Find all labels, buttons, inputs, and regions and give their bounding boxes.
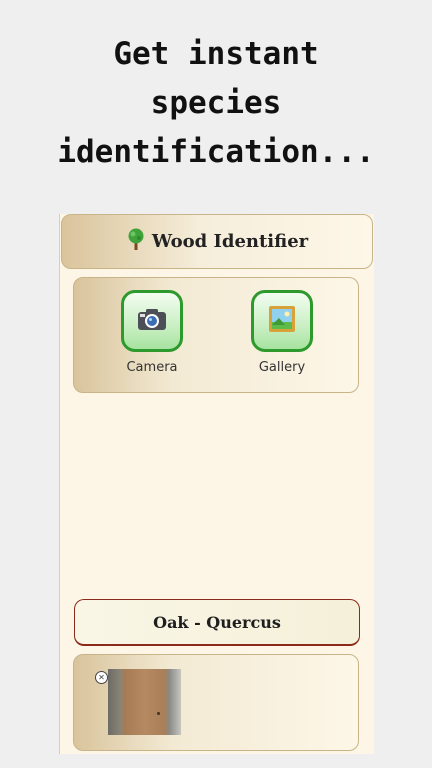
gallery-label: Gallery: [258, 360, 306, 375]
source-panel: Camera Gallery: [73, 277, 359, 393]
picture-icon: [268, 305, 296, 337]
ad-image[interactable]: [108, 669, 181, 735]
app-title: Wood Identifier: [151, 231, 309, 252]
camera-icon: [137, 307, 167, 335]
headline-line-3: identification...: [57, 134, 375, 170]
app-screen: Wood Identifier Camera Gallery Oak - Que…: [59, 214, 374, 754]
tree-icon: [126, 228, 146, 255]
result-banner[interactable]: Oak - Quercus: [74, 599, 360, 646]
species-result: Oak - Quercus: [153, 612, 281, 632]
app-title-bar: Wood Identifier: [61, 214, 373, 269]
ad-panel: ✕: [73, 654, 359, 751]
close-icon[interactable]: ✕: [95, 671, 108, 684]
camera-option: Camera: [107, 290, 197, 375]
headline-line-2: species: [150, 85, 282, 121]
promo-headline: Get instant species identification...: [0, 30, 432, 177]
camera-label: Camera: [126, 360, 178, 375]
headline-line-1: Get instant: [113, 36, 319, 72]
gallery-option: Gallery: [237, 290, 327, 375]
camera-button[interactable]: [121, 290, 183, 352]
gallery-button[interactable]: [251, 290, 313, 352]
